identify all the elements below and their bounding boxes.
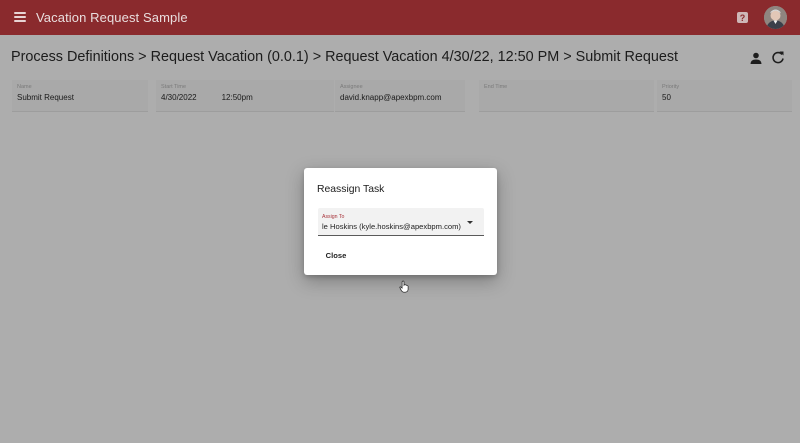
task-details: Name Submit Request Start Time 4/30/2022… <box>12 80 792 112</box>
reassign-task-dialog: Reassign Task Assign To le Hoskins (kyle… <box>304 168 497 275</box>
app-title: Vacation Request Sample <box>36 10 188 25</box>
assignee-value: david.knapp@apexbpm.com <box>340 93 442 102</box>
breadcrumb-separator: > <box>563 49 572 65</box>
start-date: 4/30/2022 <box>161 93 197 102</box>
assignee-label: Assignee <box>340 84 363 90</box>
priority-label: Priority <box>662 84 680 90</box>
priority-value: 50 <box>662 93 671 102</box>
breadcrumb-request-vacation[interactable]: Request Vacation (0.0.1) <box>151 49 309 65</box>
hamburger-menu-icon[interactable] <box>14 12 26 22</box>
start-time: 12:50pm <box>221 93 253 102</box>
end-time-label: End Time <box>484 84 508 90</box>
close-button[interactable]: Close <box>318 245 354 265</box>
name-value: Submit Request <box>17 93 74 102</box>
app-bar: Vacation Request Sample ? <box>0 0 800 35</box>
end-time-field: End Time <box>479 80 654 112</box>
person-icon[interactable] <box>749 51 763 65</box>
breadcrumb: Process Definitions > Request Vacation (… <box>11 49 678 65</box>
avatar[interactable] <box>764 6 787 29</box>
assign-to-label: Assign To <box>322 214 345 220</box>
name-label: Name <box>17 84 32 90</box>
start-time-field: Start Time 4/30/2022 12:50pm <box>156 80 334 112</box>
assign-to-select[interactable]: Assign To le Hoskins (kyle.hoskins@apexb… <box>318 208 484 236</box>
breadcrumb-process-definitions[interactable]: Process Definitions <box>11 49 134 65</box>
breadcrumb-process-instance[interactable]: Request Vacation 4/30/22, 12:50 PM <box>325 49 559 65</box>
assign-to-value: le Hoskins (kyle.hoskins@apexbpm.com) <box>322 222 461 231</box>
dropdown-arrow-icon[interactable] <box>467 221 473 224</box>
hand-pointer-icon <box>399 280 409 293</box>
priority-field: Priority 50 <box>657 80 792 112</box>
refresh-icon[interactable] <box>771 50 785 65</box>
name-field: Name Submit Request <box>12 80 148 112</box>
help-icon[interactable]: ? <box>737 12 748 23</box>
assignee-field: Assignee david.knapp@apexbpm.com <box>335 80 465 112</box>
start-time-value: 4/30/2022 12:50pm <box>161 93 334 102</box>
start-time-label: Start Time <box>161 84 187 90</box>
breadcrumb-separator: > <box>138 49 147 65</box>
avatar-photo-icon <box>764 6 787 29</box>
dialog-title: Reassign Task <box>317 184 385 195</box>
breadcrumb-separator: > <box>312 49 322 65</box>
breadcrumb-current-task: Submit Request <box>575 49 679 65</box>
